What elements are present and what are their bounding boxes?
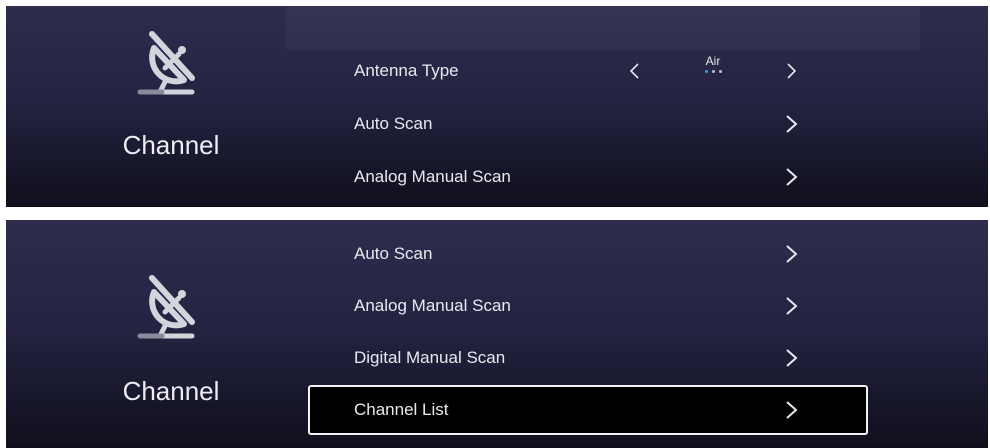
option-dot — [711, 70, 715, 73]
chevron-right-icon — [786, 401, 798, 419]
header-highlight — [286, 6, 920, 50]
menu-item-label: Analog Manual Scan — [354, 296, 511, 315]
menu-item-antenna-type[interactable]: Antenna Type Air — [308, 46, 868, 96]
chevron-right-icon — [786, 168, 798, 186]
menu-item-channel-list[interactable]: Channel List — [308, 385, 868, 435]
chevron-right-icon[interactable] — [780, 60, 802, 82]
menu-item-label: Auto Scan — [354, 244, 433, 263]
option-dot — [718, 70, 722, 73]
chevron-right-icon — [786, 349, 798, 367]
satellite-dish-off-icon — [137, 275, 195, 339]
chevron-right-icon — [786, 115, 798, 133]
antenna-type-selector[interactable]: Air — [698, 54, 728, 76]
channel-menu-panel-bottom: Channel Auto Scan Analog Manual Scan Dig… — [6, 220, 988, 448]
menu-item-analog-manual-scan[interactable]: Analog Manual Scan — [308, 152, 868, 202]
antenna-type-value: Air — [705, 54, 721, 68]
category-title: Channel — [122, 376, 220, 406]
menu-item-label: Analog Manual Scan — [354, 167, 511, 186]
chevron-right-icon — [786, 297, 798, 315]
menu-item-label: Auto Scan — [354, 114, 433, 133]
chevron-right-icon — [786, 245, 798, 263]
channel-menu-panel-top: Channel Antenna Type Air Auto Scan Analo… — [6, 6, 988, 207]
menu-item-analog-manual-scan[interactable]: Analog Manual Scan — [308, 281, 868, 331]
chevron-left-icon[interactable] — [624, 60, 646, 82]
menu-item-label: Antenna Type — [354, 61, 459, 80]
satellite-dish-off-icon — [137, 31, 195, 95]
menu-item-auto-scan[interactable]: Auto Scan — [308, 99, 868, 149]
menu-item-auto-scan[interactable]: Auto Scan — [308, 229, 868, 279]
option-indicator-dots — [698, 70, 728, 76]
menu-item-label: Digital Manual Scan — [354, 348, 506, 367]
category-title: Channel — [122, 130, 220, 160]
menu-item-label: Channel List — [354, 400, 449, 419]
option-dot-active — [704, 70, 708, 73]
menu-item-digital-manual-scan[interactable]: Digital Manual Scan — [308, 333, 868, 383]
